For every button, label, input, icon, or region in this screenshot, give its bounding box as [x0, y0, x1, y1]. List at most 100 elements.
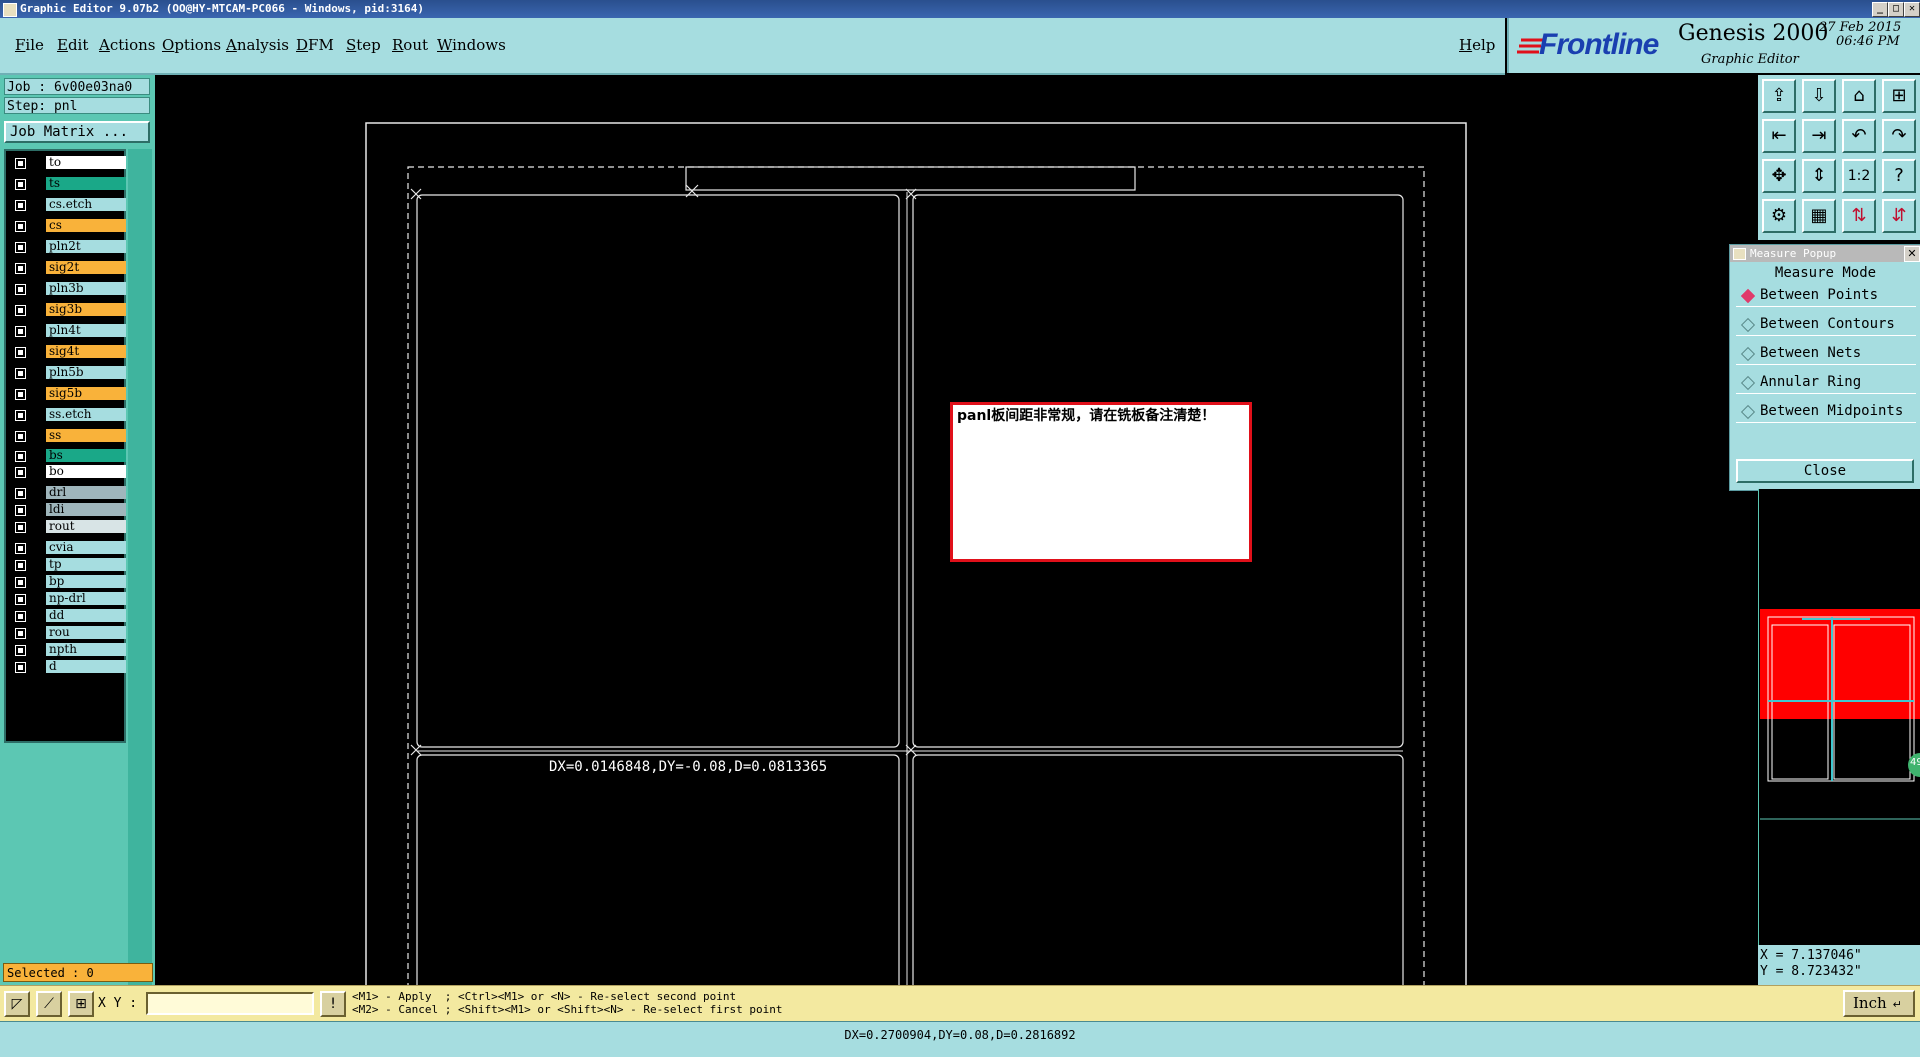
layer-name[interactable]: dd — [46, 609, 126, 622]
layer-checkbox[interactable] — [15, 242, 26, 253]
menu-help[interactable]: Help — [1459, 36, 1495, 54]
minimap[interactable] — [1758, 489, 1920, 945]
layer-row[interactable]: to — [10, 155, 126, 170]
layer-name[interactable]: drl — [46, 486, 126, 499]
properties-icon[interactable]: ⇵ — [1882, 199, 1916, 233]
zoom-home-icon[interactable]: ⇪ — [1762, 79, 1796, 113]
units-button[interactable]: Inch ↵ — [1843, 990, 1915, 1017]
redo-view-icon[interactable]: ↷ — [1882, 119, 1916, 153]
layer-row[interactable]: pln5b — [10, 365, 126, 380]
layer-name[interactable]: ss.etch — [46, 408, 126, 421]
pan-left-icon[interactable]: ⇤ — [1762, 119, 1796, 153]
layer-name[interactable]: bp — [46, 575, 126, 588]
undo-view-icon[interactable]: ↶ — [1842, 119, 1876, 153]
layer-name[interactable]: cvia — [46, 541, 126, 554]
layer-name[interactable]: cs — [46, 219, 126, 232]
radio-diamond-icon[interactable] — [1740, 346, 1756, 362]
minimize-button[interactable]: _ — [1872, 2, 1888, 17]
layer-row[interactable]: d — [10, 659, 126, 674]
maximize-button[interactable]: □ — [1888, 2, 1904, 17]
layer-row[interactable]: sig2t — [10, 260, 126, 275]
layer-row[interactable]: sig5b — [10, 386, 126, 401]
layer-name[interactable]: bo — [46, 465, 126, 478]
layer-checkbox[interactable] — [15, 645, 26, 656]
layer-checkbox[interactable] — [15, 662, 26, 673]
layer-row[interactable]: pln2t — [10, 239, 126, 254]
layer-name[interactable]: pln2t — [46, 240, 126, 253]
layer-row[interactable]: bs — [10, 448, 126, 463]
layer-name[interactable]: ss — [46, 429, 126, 442]
layer-scrollbar[interactable] — [128, 149, 152, 1035]
zoom-out-icon[interactable]: ⇕ — [1802, 159, 1836, 193]
layer-row[interactable]: bo — [10, 464, 126, 479]
menu-file[interactable]: File — [15, 36, 44, 54]
radio-diamond-icon[interactable] — [1740, 288, 1756, 304]
menu-edit[interactable]: Edit — [57, 36, 88, 54]
home-icon[interactable]: ⌂ — [1842, 79, 1876, 113]
layer-checkbox[interactable] — [15, 505, 26, 516]
alert-icon[interactable]: ! — [320, 991, 346, 1017]
layer-name[interactable]: cs.etch — [46, 198, 126, 211]
measure-option[interactable]: Between Points — [1736, 283, 1916, 307]
layer-name[interactable]: tp — [46, 558, 126, 571]
layer-checkbox[interactable] — [15, 488, 26, 499]
layer-checkbox[interactable] — [15, 263, 26, 274]
close-window-button[interactable]: ✕ — [1904, 2, 1920, 17]
layer-row[interactable]: rout — [10, 519, 126, 534]
layer-checkbox[interactable] — [15, 179, 26, 190]
pan-right-icon[interactable]: ⇥ — [1802, 119, 1836, 153]
layer-checkbox[interactable] — [15, 594, 26, 605]
layer-checkbox[interactable] — [15, 543, 26, 554]
layer-row[interactable]: pln4t — [10, 323, 126, 338]
snap-grid-icon[interactable]: ⊞ — [68, 991, 94, 1017]
layer-checkbox[interactable] — [15, 431, 26, 442]
layer-name[interactable]: npth — [46, 643, 126, 656]
layer-name[interactable]: np-drl — [46, 592, 126, 605]
layer-row[interactable]: rou — [10, 625, 126, 640]
layout-icon[interactable]: ⊞ — [1882, 79, 1916, 113]
menu-windows[interactable]: Windows — [437, 36, 506, 54]
snap-icon[interactable]: ⚙ — [1762, 199, 1796, 233]
layer-row[interactable]: pln3b — [10, 281, 126, 296]
layer-checkbox[interactable] — [15, 305, 26, 316]
layer-name[interactable]: bs — [46, 449, 126, 462]
layer-checkbox[interactable] — [15, 451, 26, 462]
layer-name[interactable]: sig4t — [46, 345, 126, 358]
layer-row[interactable]: ss — [10, 428, 126, 443]
layer-checkbox[interactable] — [15, 284, 26, 295]
menu-step[interactable]: Step — [346, 36, 381, 54]
layer-name[interactable]: ts — [46, 177, 126, 190]
grid-icon[interactable]: ▦ — [1802, 199, 1836, 233]
layer-checkbox[interactable] — [15, 200, 26, 211]
menu-dfm[interactable]: DFM — [296, 36, 334, 54]
layer-name[interactable]: d — [46, 660, 126, 673]
layer-name[interactable]: sig2t — [46, 261, 126, 274]
layer-row[interactable]: ldi — [10, 502, 126, 517]
layer-name[interactable]: sig3b — [46, 303, 126, 316]
layer-row[interactable]: ss.etch — [10, 407, 126, 422]
menu-rout[interactable]: Rout — [392, 36, 428, 54]
layer-row[interactable]: bp — [10, 574, 126, 589]
layer-checkbox[interactable] — [15, 560, 26, 571]
layer-name[interactable]: rou — [46, 626, 126, 639]
measure-option[interactable]: Annular Ring — [1736, 370, 1916, 394]
layer-row[interactable]: tp — [10, 557, 126, 572]
layer-row[interactable]: cs.etch — [10, 197, 126, 212]
menu-actions[interactable]: Actions — [99, 36, 155, 54]
layer-checkbox[interactable] — [15, 467, 26, 478]
layer-checkbox[interactable] — [15, 577, 26, 588]
layer-name[interactable]: to — [46, 156, 126, 169]
layer-name[interactable]: pln5b — [46, 366, 126, 379]
layer-row[interactable]: drl — [10, 485, 126, 500]
radio-diamond-icon[interactable] — [1740, 317, 1756, 333]
layer-row[interactable]: dd — [10, 608, 126, 623]
layer-row[interactable]: sig4t — [10, 344, 126, 359]
layer-name[interactable]: sig5b — [46, 387, 126, 400]
radio-diamond-icon[interactable] — [1740, 404, 1756, 420]
layer-checkbox[interactable] — [15, 347, 26, 358]
layer-name[interactable]: pln3b — [46, 282, 126, 295]
menu-options[interactable]: Options — [162, 36, 221, 54]
layer-row[interactable]: cvia — [10, 540, 126, 555]
measure-close-button[interactable]: Close — [1736, 459, 1914, 483]
layer-checkbox[interactable] — [15, 628, 26, 639]
